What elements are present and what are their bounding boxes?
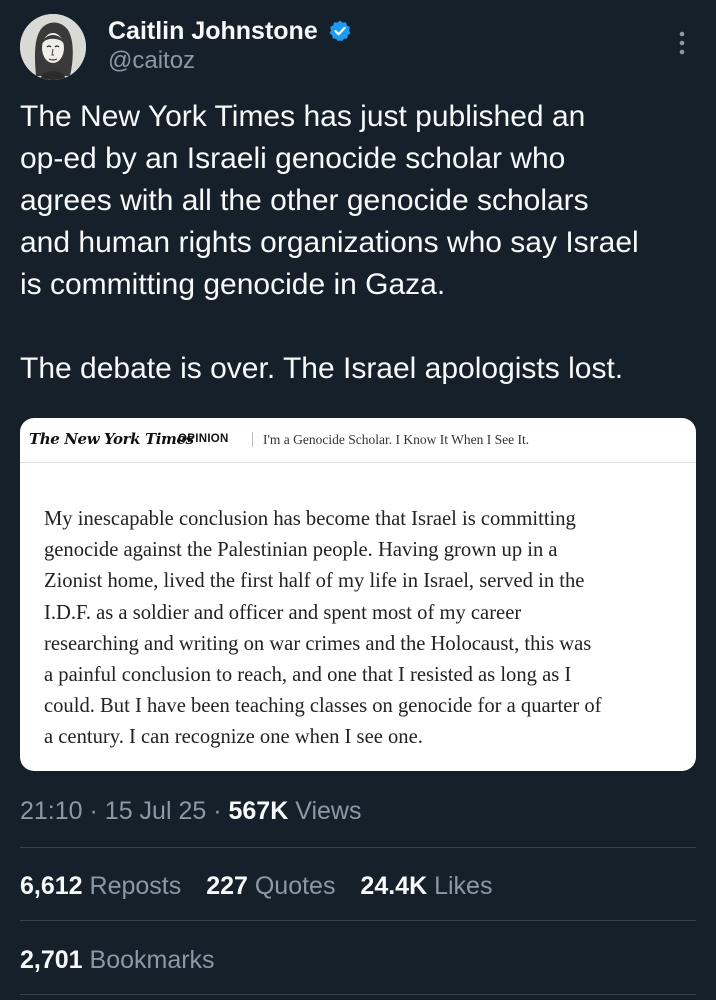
article-excerpt: My inescapable conclusion has become tha… xyxy=(44,508,602,749)
verified-badge-icon xyxy=(329,20,351,42)
tweet-meta: 21:10 · 15 Jul 25 · 567K Views xyxy=(20,795,361,827)
bookmarks-stat[interactable]: 2,701 Bookmarks xyxy=(20,944,215,976)
card-header-bar: The New York Times OPINION I'm a Genocid… xyxy=(20,418,696,463)
avatar-portrait-icon xyxy=(20,14,86,80)
bookmarks-label: Bookmarks xyxy=(89,946,215,974)
views-count: 567K xyxy=(228,797,289,825)
likes-stat[interactable]: 24.4K Likes xyxy=(360,870,492,902)
author-display-name[interactable]: Caitlin Johnstone xyxy=(108,16,318,46)
likes-count: 24.4K xyxy=(360,872,428,900)
avatar[interactable] xyxy=(20,14,86,80)
article-headline: I'm a Genocide Scholar. I Know It When I… xyxy=(263,432,530,447)
tweet-text: The New York Times has just published an… xyxy=(20,100,639,385)
tweet-date[interactable]: 15 Jul 25 xyxy=(105,797,206,825)
reposts-stat[interactable]: 6,612 Reposts xyxy=(20,870,181,902)
author-block: Caitlin Johnstone @caitoz xyxy=(108,16,352,76)
views-label: Views xyxy=(295,797,362,825)
bookmarks-count: 2,701 xyxy=(20,946,83,974)
quotes-count: 227 xyxy=(206,872,248,900)
reposts-label: Reposts xyxy=(89,872,182,900)
more-options-icon xyxy=(679,31,685,55)
meta-separator: · xyxy=(213,797,222,825)
divider xyxy=(20,847,696,848)
quotes-stat[interactable]: 227 Quotes xyxy=(206,870,335,902)
divider xyxy=(20,920,696,921)
nyt-logo: The New York Times xyxy=(29,430,194,448)
tweet-time[interactable]: 21:10 xyxy=(20,797,83,825)
meta-separator: · xyxy=(89,797,98,825)
divider xyxy=(20,994,696,995)
quotes-label: Quotes xyxy=(254,872,336,900)
more-options-button[interactable] xyxy=(672,28,692,58)
engagement-stats: 6,612 Reposts 227 Quotes 24.4K Likes xyxy=(20,870,510,902)
author-handle[interactable]: @caitoz xyxy=(108,46,352,76)
reposts-count: 6,612 xyxy=(20,872,83,900)
likes-label: Likes xyxy=(434,872,493,900)
tweet-header: Caitlin Johnstone @caitoz xyxy=(20,14,696,80)
article-card[interactable]: The New York Times OPINION I'm a Genocid… xyxy=(20,418,696,771)
section-label: OPINION xyxy=(178,433,229,445)
header-divider xyxy=(252,432,253,447)
